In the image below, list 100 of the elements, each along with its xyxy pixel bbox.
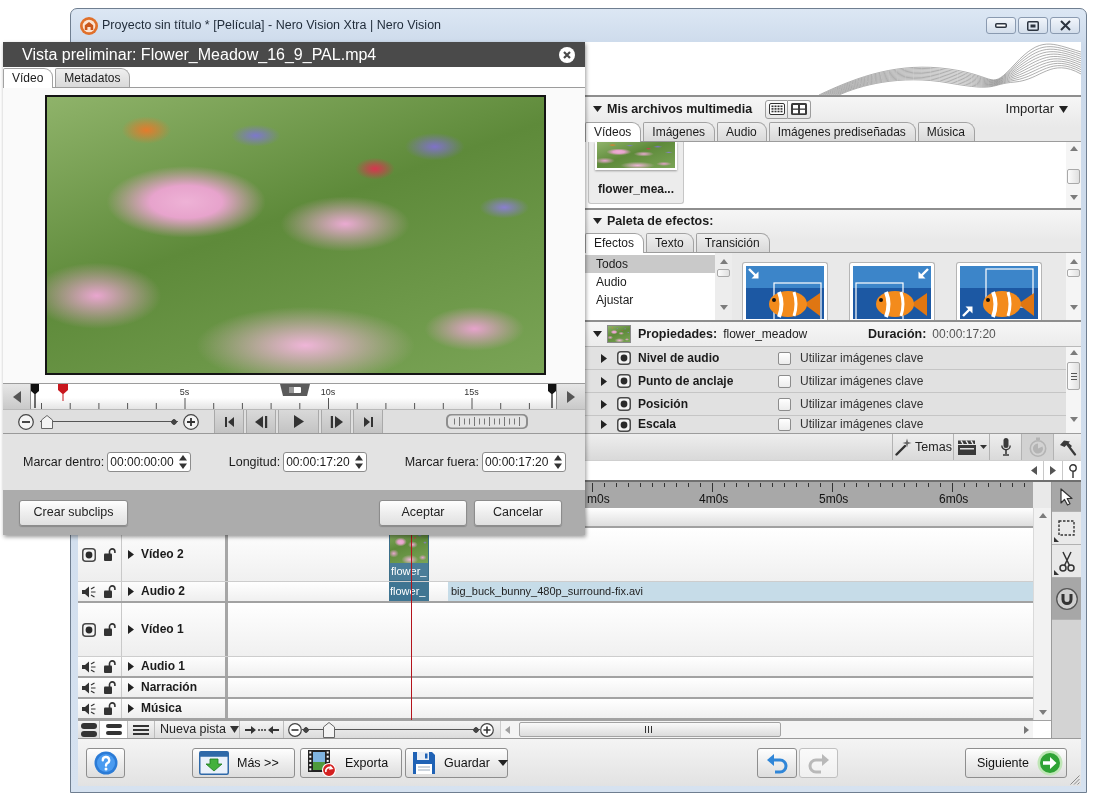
scroll-left-button[interactable]	[3, 384, 30, 409]
zoom-in-icon[interactable]	[183, 413, 199, 430]
scroll-down-icon[interactable]	[719, 305, 728, 310]
scroll-right-icon[interactable]	[1024, 725, 1029, 734]
out-point-marker-icon[interactable]	[548, 384, 556, 408]
caret-right-icon[interactable]	[128, 704, 134, 713]
dot-toggle-icon[interactable]	[82, 622, 96, 637]
spin-arrows-icon[interactable]	[554, 455, 562, 469]
more-button[interactable]: Más >>	[192, 748, 295, 778]
dot-toggle-icon[interactable]	[617, 397, 631, 411]
scroll-down-icon[interactable]	[1069, 417, 1078, 422]
vertical-scrollbar[interactable]	[1066, 347, 1081, 433]
resize-grip-icon[interactable]	[1070, 775, 1080, 785]
horizontal-scrollbar[interactable]	[500, 721, 1033, 738]
minimize-button[interactable]	[986, 17, 1016, 34]
tab[interactable]: Metadatos	[55, 68, 131, 87]
tab[interactable]: Vídeos	[585, 122, 642, 142]
slider-thumb[interactable]	[40, 414, 53, 429]
audio-clip[interactable]: big_buck_bunny_480p_surround-fix.avi	[448, 582, 1033, 601]
caret-right-icon[interactable]	[128, 587, 134, 596]
time-field[interactable]: 00:00:17:20	[283, 452, 368, 472]
caret-right-icon[interactable]	[128, 683, 134, 692]
select-tool-button[interactable]	[1052, 512, 1081, 545]
zoom-out-icon[interactable]	[18, 413, 34, 430]
speaker-icon[interactable]	[82, 660, 96, 673]
caret-right-icon[interactable]	[601, 353, 607, 363]
scroll-down-icon[interactable]	[1069, 305, 1078, 310]
category-item[interactable]: Audio	[585, 273, 715, 291]
tab[interactable]: Imágenes	[643, 122, 716, 141]
tab[interactable]: Música	[917, 122, 975, 141]
caret-right-icon[interactable]	[601, 399, 607, 409]
cancel-button[interactable]: Cancelar	[474, 499, 562, 526]
speaker-icon[interactable]	[82, 585, 96, 598]
pointer-tool-button[interactable]	[1052, 482, 1081, 512]
caret-right-icon[interactable]	[1050, 466, 1056, 475]
caret-down-icon[interactable]	[497, 760, 508, 766]
dot-toggle-icon[interactable]	[617, 417, 631, 432]
export-button[interactable]: Exporta	[300, 748, 402, 778]
caret-right-icon[interactable]	[128, 550, 134, 559]
zoom-out-icon[interactable]	[288, 722, 302, 737]
playhead-marker[interactable]	[57, 384, 68, 401]
category-item[interactable]: Todos	[585, 255, 715, 273]
range-handle-icon[interactable]	[280, 384, 310, 396]
vertical-scrollbar[interactable]	[1066, 253, 1081, 320]
scrollbar-thumb[interactable]	[1067, 362, 1080, 390]
tab[interactable]: Texto	[646, 233, 694, 252]
maximize-button[interactable]	[1018, 17, 1048, 34]
thumbnail-view-button[interactable]	[788, 99, 812, 119]
import-button[interactable]: Importar	[1005, 101, 1068, 117]
tab[interactable]: Vídeo	[3, 68, 54, 88]
caret-left-icon[interactable]	[1031, 466, 1037, 475]
scroll-down-icon[interactable]	[1069, 195, 1078, 200]
close-icon[interactable]	[559, 46, 575, 63]
vertical-scrollbar[interactable]	[715, 253, 732, 320]
grid-view-button[interactable]	[765, 99, 789, 119]
dot-toggle-icon[interactable]	[617, 351, 631, 365]
scroll-right-button[interactable]	[557, 384, 585, 409]
undo-button[interactable]	[757, 748, 797, 778]
zoom-in-icon[interactable]	[480, 722, 494, 737]
open-padlock-icon[interactable]	[104, 585, 116, 598]
scrollbar-thumb[interactable]	[717, 269, 730, 277]
pin-icon[interactable]	[1069, 463, 1077, 478]
next-button[interactable]: Siguiente	[965, 748, 1067, 778]
step-forward-button[interactable]	[321, 410, 351, 433]
jog-wheel-icon[interactable]	[446, 414, 528, 429]
slider-thumb[interactable]	[322, 721, 335, 738]
open-padlock-icon[interactable]	[104, 548, 116, 561]
caret-right-icon[interactable]	[128, 625, 134, 634]
vertical-scrollbar[interactable]	[1066, 142, 1081, 208]
skip-start-button[interactable]	[214, 410, 244, 433]
zoom-slider[interactable]	[302, 721, 480, 738]
scrollbar-thumb[interactable]	[1067, 269, 1080, 277]
scrubber-track[interactable]: 5s 10s 15s	[30, 384, 557, 409]
scroll-up-icon[interactable]	[719, 259, 728, 264]
dot-toggle-icon[interactable]	[617, 374, 631, 388]
in-point-marker-icon[interactable]	[31, 384, 39, 408]
caret-right-icon[interactable]	[601, 376, 607, 386]
time-field[interactable]: 00:00:17:20	[482, 452, 566, 472]
tab[interactable]: Transición	[695, 233, 770, 252]
scroll-up-icon[interactable]	[1069, 350, 1078, 355]
speaker-icon[interactable]	[82, 681, 96, 694]
create-subclips-button[interactable]: Crear subclips	[19, 499, 128, 526]
scroll-down-icon[interactable]	[1038, 710, 1047, 715]
spin-arrows-icon[interactable]	[355, 455, 364, 469]
open-padlock-icon[interactable]	[104, 623, 116, 636]
caret-down-icon[interactable]	[593, 218, 602, 224]
scroll-up-icon[interactable]	[1069, 259, 1078, 264]
close-button[interactable]	[1050, 17, 1080, 34]
scroll-up-icon[interactable]	[1069, 146, 1078, 151]
save-button[interactable]: Guardar	[405, 748, 508, 778]
skip-end-button[interactable]	[353, 410, 383, 433]
help-button[interactable]	[86, 748, 125, 778]
checkbox[interactable]	[778, 418, 791, 431]
tab[interactable]: Imágenes prediseñadas	[768, 122, 916, 141]
caret-right-icon[interactable]	[601, 420, 607, 429]
open-padlock-icon[interactable]	[104, 681, 116, 694]
caret-right-icon[interactable]	[128, 662, 134, 671]
dot-toggle-icon[interactable]	[82, 547, 96, 562]
time-field[interactable]: 00:00:00:00	[107, 452, 192, 472]
cut-tool-button[interactable]	[1052, 545, 1081, 578]
